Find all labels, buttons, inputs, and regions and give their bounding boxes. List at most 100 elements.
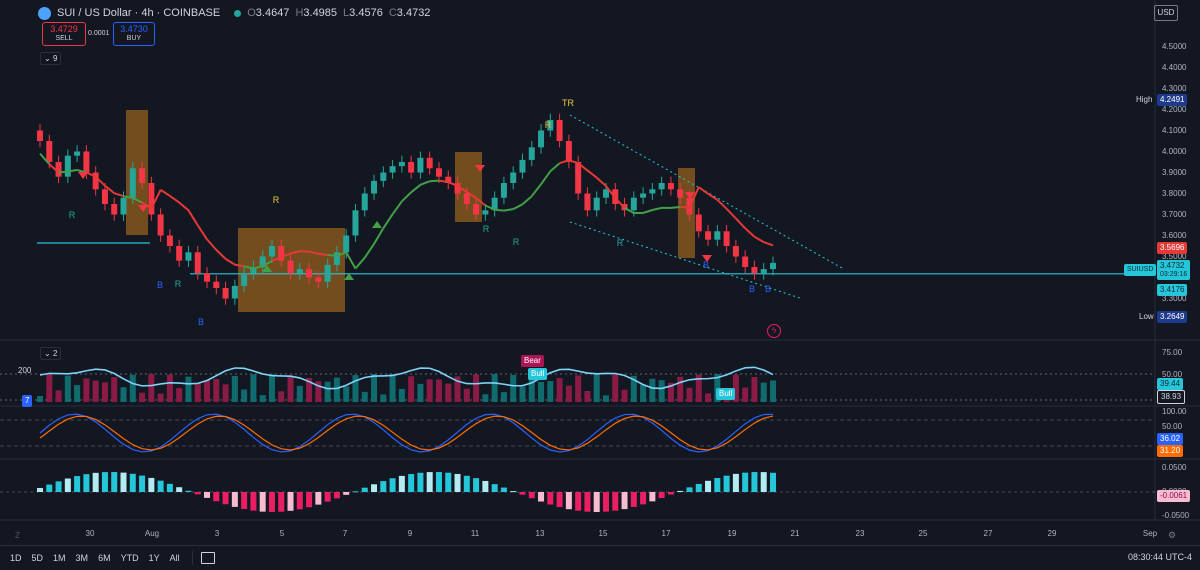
macd-histogram-bar (556, 492, 563, 508)
macd-histogram-bar (565, 492, 572, 510)
candle-body (324, 264, 331, 282)
settings-gear-icon[interactable]: ⚙ (1168, 530, 1176, 541)
rsi-volume-bar (575, 375, 582, 402)
macd-histogram-bar (259, 492, 266, 512)
ohlc-close: C3.4732 (388, 7, 431, 19)
range-5d[interactable]: 5D (32, 553, 44, 563)
rsi-volume-bar (333, 377, 340, 402)
rsi-volume-bar (287, 375, 294, 402)
rsi-volume-bar (157, 393, 164, 402)
buy-button[interactable]: 3.4730 BUY (113, 22, 155, 46)
indicators-collapse-button[interactable]: ⌄ 9 (40, 52, 62, 65)
macd-histogram-bar (408, 474, 415, 492)
macd-scale-top: 0.0500 (1162, 463, 1187, 472)
rsi-volume-bar (445, 383, 452, 402)
rsi-volume-bar (64, 375, 71, 402)
rsi-volume-bar (111, 377, 118, 402)
macd-histogram-bar (352, 491, 359, 493)
rsi-volume-bar (148, 374, 155, 402)
candle-body (129, 168, 136, 198)
candle-body (473, 204, 480, 215)
macd-histogram-bar (204, 492, 211, 498)
calendar-range-icon[interactable] (200, 552, 215, 564)
range-6m[interactable]: 6M (98, 553, 111, 563)
candle-body (417, 157, 424, 173)
high-label: High (1133, 94, 1156, 106)
signal-label: B (765, 284, 771, 294)
rsi-volume-bar (463, 388, 470, 402)
candle-body (742, 256, 749, 267)
rsi-volume-bar (742, 387, 749, 402)
time-tick-label: 13 (535, 529, 545, 538)
candle-body (658, 183, 665, 190)
candle-body (584, 193, 591, 211)
candle-body (528, 147, 535, 160)
buy-price: 3.4730 (120, 24, 148, 34)
macd-histogram-bar (101, 472, 108, 492)
range-3m[interactable]: 3M (76, 553, 89, 563)
rsi-volume-bar (686, 387, 693, 402)
rsi-volume-bar (584, 390, 591, 402)
candle-body (510, 172, 517, 183)
pane-collapse-button[interactable]: ⌄ 2 (40, 347, 62, 360)
range-all[interactable]: All (170, 553, 180, 563)
price-tick-label: 3.7000 (1162, 209, 1187, 219)
symbol-header[interactable]: SUI / US Dollar · 4h · COINBASE O3.4647 … (38, 5, 430, 21)
stoch-scale-50: 50.00 (1162, 422, 1183, 431)
flash-alert-icon[interactable]: ϟ (767, 324, 781, 338)
candle-body (482, 210, 489, 215)
range-1m[interactable]: 1M (53, 553, 66, 563)
rsi-value-b: 38.93 (1157, 390, 1186, 404)
macd-histogram-bar (463, 475, 470, 492)
rsi-volume-bar (556, 378, 563, 402)
sui-logo-icon (38, 6, 51, 20)
candle-body (120, 197, 127, 215)
candle-body (74, 151, 81, 156)
symbol-title[interactable]: SUI / US Dollar · 4h · COINBASE (57, 7, 220, 19)
signal-label: R (545, 120, 552, 130)
candle-body (705, 231, 712, 240)
macd-histogram-bar (55, 481, 62, 492)
candle-body (538, 130, 545, 148)
clock-display[interactable]: 08:30:44 UTC-4 (1128, 552, 1192, 562)
candle-body (37, 130, 43, 141)
rsi-volume-bar (250, 374, 257, 402)
rsi-volume-bar (278, 391, 285, 402)
time-tick-label: Aug (144, 529, 160, 538)
candle-body (371, 180, 378, 194)
range-ytd[interactable]: YTD (121, 553, 139, 563)
range-1d[interactable]: 1D (10, 553, 22, 563)
macd-histogram-bar (333, 492, 340, 499)
signal-label: R (513, 237, 520, 247)
macd-histogram-bar (621, 492, 628, 510)
macd-histogram-bar (454, 473, 461, 492)
macd-histogram-bar (83, 474, 90, 492)
signal-label: B (703, 260, 709, 270)
candle-body (222, 288, 229, 299)
sell-button[interactable]: 3.4729 SELL (42, 22, 86, 46)
stoch-k-value: 36.02 (1157, 433, 1184, 445)
candle-body (398, 162, 405, 167)
support-value-badge: 3.4176 (1157, 284, 1188, 296)
macd-histogram-bar (148, 477, 155, 492)
price-tick-label: 4.5000 (1162, 41, 1187, 51)
ma-segment (58, 170, 68, 174)
rsi-volume-bar (417, 383, 424, 402)
signal-label: B (749, 284, 755, 294)
chart-canvas[interactable]: RB RBRRRRTRRBB B (0, 0, 1200, 545)
macd-histogram-bar (677, 490, 684, 492)
bull-tag-2: Bull (716, 388, 736, 400)
candle-body (176, 246, 183, 261)
macd-histogram-bar (111, 472, 118, 492)
macd-histogram-bar (296, 492, 303, 510)
macd-histogram-bar (417, 472, 424, 492)
time-tick-label: 15 (598, 529, 608, 538)
z-icon: Z (15, 531, 20, 540)
time-tick-label: 29 (1047, 529, 1057, 538)
rsi-volume-bar (398, 388, 405, 402)
candle-body (426, 157, 433, 169)
currency-selector[interactable]: USD (1154, 5, 1178, 21)
rsi-volume-bar (352, 375, 359, 402)
candle-body (352, 210, 359, 236)
range-1y[interactable]: 1Y (149, 553, 160, 563)
